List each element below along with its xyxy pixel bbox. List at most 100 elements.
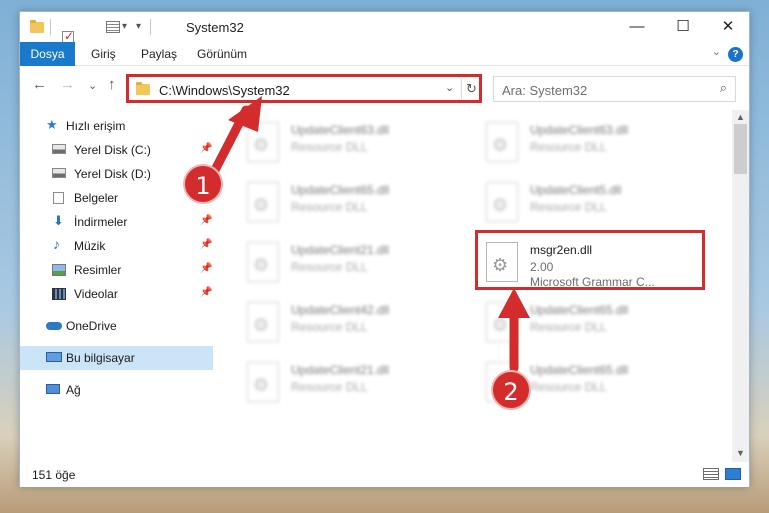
sidebar-item-label: Hızlı erişim <box>66 119 126 133</box>
tab-share[interactable]: Paylaş <box>141 42 177 66</box>
tab-view[interactable]: Görünüm <box>197 42 247 66</box>
back-button[interactable]: ← <box>32 76 47 93</box>
drive-icon <box>52 144 66 154</box>
dll-file-icon <box>486 122 518 162</box>
computer-icon <box>46 352 62 362</box>
dll-file-icon <box>486 182 518 222</box>
scroll-thumb[interactable] <box>734 124 747 174</box>
dll-file-icon <box>247 242 279 282</box>
sidebar-item-label: Resimler <box>74 263 122 277</box>
file-name: UpdateClient65.dll <box>291 183 390 197</box>
navigation-pane: ★ Hızlı erişim Yerel Disk (C:) 📌 Yerel D… <box>20 110 213 460</box>
sidebar-item-label: İndirmeler <box>74 215 128 229</box>
search-box[interactable]: Ara: System32 ⌕ <box>493 76 736 102</box>
picture-icon <box>52 264 66 276</box>
forward-button[interactable]: → <box>60 76 75 93</box>
file-description: Resource DLL <box>530 380 607 394</box>
pin-icon: 📌 <box>200 143 213 154</box>
sidebar-item-videos[interactable]: Videolar 📌 <box>20 282 213 306</box>
divider <box>50 19 51 35</box>
vertical-scrollbar[interactable]: ▲ ▼ <box>732 110 749 462</box>
address-highlight-box <box>126 74 482 103</box>
file-item[interactable]: UpdateClient21.dll Resource DLL <box>239 236 469 288</box>
sidebar-item-label: Müzik <box>74 239 106 253</box>
callout-badge-2: 2 <box>491 370 531 410</box>
file-name: UpdateClient21.dll <box>291 363 390 377</box>
file-item[interactable]: UpdateClient65.dll Resource DLL <box>478 296 708 348</box>
sidebar-item-this-pc[interactable]: Bu bilgisayar <box>20 346 213 370</box>
minimize-button[interactable]: — <box>614 12 660 42</box>
cloud-icon <box>46 322 62 330</box>
file-description: Resource DLL <box>530 320 607 334</box>
callout-badge-1: 1 <box>183 164 223 204</box>
sidebar-item-label: Ağ <box>66 383 81 397</box>
pin-icon: 📌 <box>200 263 213 274</box>
file-item[interactable]: UpdateClient63.dll Resource DLL <box>239 116 469 168</box>
tab-file[interactable]: Dosya <box>20 42 75 66</box>
dll-file-icon <box>247 302 279 342</box>
dll-file-icon <box>247 362 279 402</box>
recent-locations-button[interactable]: ⌄ <box>88 79 97 92</box>
details-view-icon[interactable] <box>703 468 719 480</box>
folder-icon <box>30 20 44 33</box>
file-name: UpdateClient65.dll <box>530 303 629 317</box>
file-name: UpdateClient65.dll <box>530 363 629 377</box>
sidebar-item-label: Videolar <box>74 287 118 301</box>
customize-toolbar-icon[interactable]: ▾ <box>136 21 141 37</box>
expand-ribbon-icon[interactable]: ⌄ <box>712 45 721 58</box>
file-description: Resource DLL <box>530 200 607 214</box>
file-description: Resource DLL <box>291 140 368 154</box>
sidebar-item-music[interactable]: ♪ Müzik 📌 <box>20 234 213 258</box>
close-button[interactable]: ✕ <box>705 12 751 42</box>
sidebar-item-label: OneDrive <box>66 319 117 333</box>
file-name: UpdateClient63.dll <box>291 123 390 137</box>
help-icon[interactable]: ? <box>728 47 743 62</box>
title-bar: ▾ ▾ System32 — ☐ ✕ <box>20 12 751 68</box>
sidebar-item-local-disk-c[interactable]: Yerel Disk (C:) 📌 <box>20 138 213 162</box>
scroll-down-icon[interactable]: ▼ <box>736 448 745 458</box>
file-item[interactable]: UpdateClient5.dll Resource DLL <box>478 176 708 228</box>
sidebar-item-network[interactable]: Ağ <box>20 378 213 402</box>
tab-home[interactable]: Giriş <box>91 42 116 66</box>
file-description: Resource DLL <box>291 260 368 274</box>
sidebar-item-label: Yerel Disk (C:) <box>74 143 151 157</box>
file-name: UpdateClient5.dll <box>530 183 622 197</box>
maximize-button[interactable]: ☐ <box>660 12 706 42</box>
network-icon <box>46 384 60 394</box>
sidebar-item-label: Belgeler <box>74 191 119 205</box>
window-title: System32 <box>186 20 244 35</box>
status-bar: 151 öğe <box>20 462 749 487</box>
pin-icon: 📌 <box>200 287 213 298</box>
ribbon-tabs: Dosya Giriş Paylaş Görünüm ⌄ ? <box>20 42 749 66</box>
file-name: UpdateClient42.dll <box>291 303 390 317</box>
up-button[interactable]: ↑ <box>108 76 116 93</box>
sidebar-item-quick-access[interactable]: ★ Hızlı erişim <box>20 114 213 138</box>
chevron-down-icon[interactable]: ▾ <box>122 21 127 37</box>
star-icon: ★ <box>46 117 58 132</box>
file-name: UpdateClient21.dll <box>291 243 390 257</box>
sidebar-item-label: Bu bilgisayar <box>66 351 135 365</box>
dll-file-icon <box>486 302 518 342</box>
download-icon: ⬇ <box>53 213 64 228</box>
sidebar-item-onedrive[interactable]: OneDrive <box>20 314 213 338</box>
pin-icon: 📌 <box>200 215 213 226</box>
sidebar-item-pictures[interactable]: Resimler 📌 <box>20 258 213 282</box>
file-description: Resource DLL <box>530 140 607 154</box>
file-description: Resource DLL <box>291 380 368 394</box>
sidebar-item-downloads[interactable]: ⬇ İndirmeler 📌 <box>20 210 213 234</box>
item-count: 151 öğe <box>32 468 76 482</box>
properties-icon[interactable] <box>106 21 120 33</box>
file-item[interactable]: UpdateClient21.dll Resource DLL <box>239 356 469 408</box>
search-input[interactable]: Ara: System32 <box>502 83 587 98</box>
scroll-up-icon[interactable]: ▲ <box>736 112 745 122</box>
file-name: UpdateClient63.dll <box>530 123 629 137</box>
file-item[interactable]: UpdateClient63.dll Resource DLL <box>478 116 708 168</box>
file-item[interactable]: UpdateClient42.dll Resource DLL <box>239 296 469 348</box>
dll-file-icon <box>247 182 279 222</box>
tiles-view-icon[interactable] <box>725 468 741 480</box>
search-icon[interactable]: ⌕ <box>720 80 727 96</box>
file-item[interactable]: UpdateClient65.dll Resource DLL <box>239 176 469 228</box>
document-icon <box>53 192 64 204</box>
drive-icon <box>52 168 66 178</box>
navigation-bar: ← → ⌄ ↑ C:\Windows\System32 ⌄ ↻ Ara: Sys… <box>20 66 749 110</box>
